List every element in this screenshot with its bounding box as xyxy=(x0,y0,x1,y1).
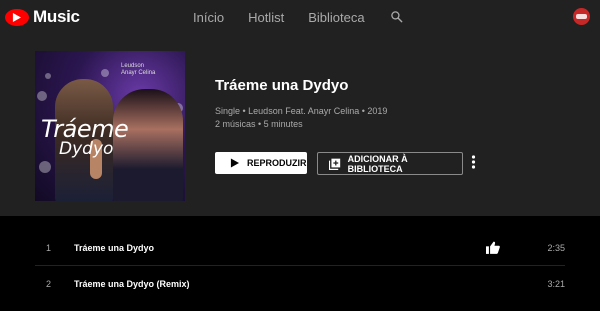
track-list: 1 Tráeme una Dydyo 2:35 2 Tráeme una Dyd… xyxy=(0,216,600,311)
album-title: Tráeme una Dydyo xyxy=(215,77,349,94)
youtube-play-icon xyxy=(5,8,29,26)
nav-item-biblioteca[interactable]: Biblioteca xyxy=(308,10,364,25)
play-button-label: REPRODUZIR xyxy=(247,158,307,168)
library-add-icon xyxy=(329,158,341,170)
nav-item-inicio[interactable]: Início xyxy=(193,10,224,25)
track-row[interactable]: 2 Tráeme una Dydyo (Remix) 3:21 xyxy=(35,266,565,301)
cover-bokeh xyxy=(101,69,109,77)
cover-bokeh xyxy=(37,91,47,101)
album-meta-line1: Single • Leudson Feat. Anayr Celina • 20… xyxy=(215,106,388,116)
track-number: 1 xyxy=(46,242,52,253)
main-nav: Início Hotlist Biblioteca xyxy=(193,10,389,25)
nav-item-hotlist[interactable]: Hotlist xyxy=(248,10,284,25)
top-bar: Music Início Hotlist Biblioteca xyxy=(0,0,600,34)
logo-text: Music xyxy=(33,7,80,26)
album-header: Leudson Anayr Celina Tráeme Dydyo Tráeme… xyxy=(0,34,600,216)
track-row[interactable]: 1 Tráeme una Dydyo 2:35 xyxy=(35,230,565,266)
cover-credit-artist: Leudson xyxy=(121,63,145,69)
youtube-music-logo[interactable]: Music xyxy=(5,7,80,27)
cover-credit: Leudson Anayr Celina xyxy=(121,63,155,77)
thumbs-up-icon[interactable] xyxy=(486,241,500,259)
add-to-library-label: ADICIONAR À BIBLIOTECA xyxy=(347,153,408,174)
track-title: Tráeme una Dydyo xyxy=(74,242,155,253)
more-vert-icon[interactable] xyxy=(471,155,476,174)
cover-credit-feat: Anayr Celina xyxy=(121,70,156,76)
play-icon xyxy=(230,158,239,168)
track-number: 2 xyxy=(46,278,52,289)
album-meta: Single • Leudson Feat. Anayr Celina • 20… xyxy=(215,105,387,131)
play-button[interactable]: REPRODUZIR xyxy=(215,152,307,174)
search-icon[interactable] xyxy=(390,10,403,28)
album-cover: Leudson Anayr Celina Tráeme Dydyo xyxy=(35,51,185,201)
add-to-library-button[interactable]: ADICIONAR À BIBLIOTECA xyxy=(317,152,463,175)
cover-subtitle: Dydyo xyxy=(59,139,114,159)
cover-bokeh xyxy=(39,161,51,173)
avatar[interactable] xyxy=(573,8,590,25)
album-meta-line2: 2 músicas • 5 minutes xyxy=(215,119,303,129)
track-title: Tráeme una Dydyo (Remix) xyxy=(74,278,190,289)
track-duration: 2:35 xyxy=(547,242,565,253)
cover-person-right xyxy=(113,89,183,201)
track-duration: 3:21 xyxy=(547,278,565,289)
cover-bokeh xyxy=(45,73,51,79)
